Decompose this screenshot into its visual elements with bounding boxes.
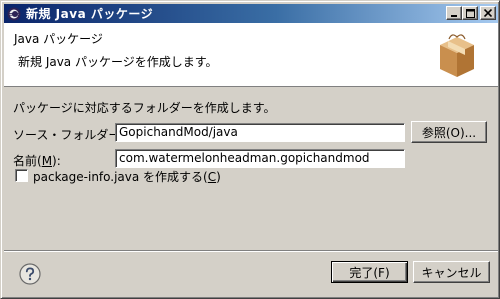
header-banner: Java パッケージ 新規 Java パッケージを作成します。: [4, 23, 498, 87]
cancel-button[interactable]: キャンセル: [413, 261, 490, 283]
title-bar[interactable]: 新規 Java パッケージ: [4, 4, 498, 23]
window-title: 新規 Java パッケージ: [26, 7, 154, 21]
close-button[interactable]: [480, 6, 496, 20]
close-icon: [484, 9, 492, 17]
maximize-icon: [465, 8, 475, 18]
minimize-icon: [451, 15, 457, 17]
banner-message: 新規 Java パッケージを作成します。: [18, 55, 218, 69]
package-info-checkbox-label[interactable]: package-info.java を作成する(C): [33, 168, 221, 185]
form-description: パッケージに対応するフォルダーを作成します。: [13, 101, 276, 115]
package-info-checkbox[interactable]: [15, 169, 28, 182]
package-name-input[interactable]: com.watermelonheadman.gopichandmod: [115, 149, 405, 168]
help-button[interactable]: [19, 263, 41, 285]
help-icon: [19, 263, 41, 285]
maximize-button[interactable]: [462, 6, 478, 20]
dialog-window: 新規 Java パッケージ Java パッケージ 新規 Java パッケージを作…: [0, 0, 500, 299]
source-folder-input[interactable]: GopichandMod/java: [115, 123, 405, 142]
package-icon: [434, 31, 480, 81]
minimize-button[interactable]: [446, 6, 462, 20]
eclipse-icon: [6, 6, 22, 22]
finish-button[interactable]: 完了(F): [331, 261, 408, 283]
banner-title: Java パッケージ: [14, 32, 103, 46]
name-label: 名前(M):: [13, 154, 61, 168]
browse-button[interactable]: 参照(O)...: [411, 121, 487, 143]
